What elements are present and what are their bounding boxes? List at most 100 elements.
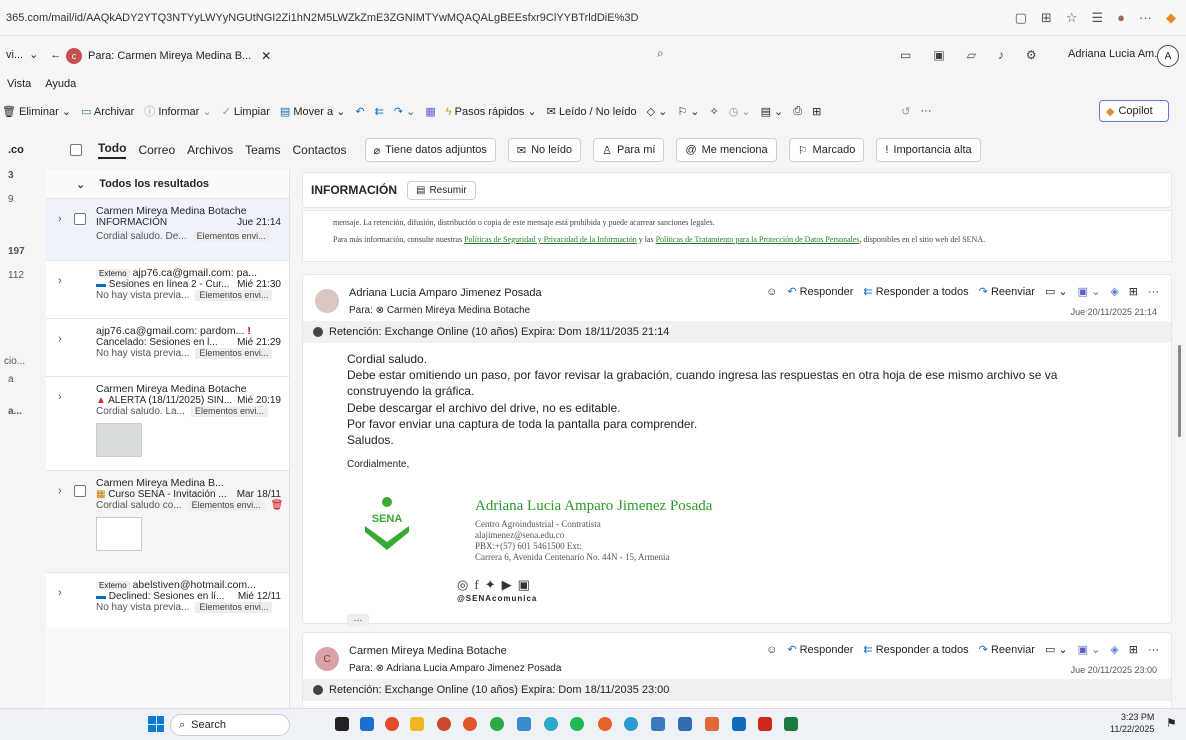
app-icon[interactable] (463, 717, 477, 731)
loop-icon[interactable]: ◈ (1110, 285, 1118, 298)
delete-button[interactable]: 🗑 Eliminar ⌄ (2, 105, 71, 118)
more-icon[interactable]: ··· (1139, 10, 1152, 25)
recipient[interactable]: Para: ⊗ Adriana Lucia Amparo Jimenez Pos… (349, 663, 561, 674)
tab-icon[interactable]: ▢ (1015, 10, 1027, 26)
chevron-right-icon[interactable]: › (58, 213, 62, 225)
windows-start-icon[interactable] (148, 716, 164, 732)
list-item[interactable]: › Carmen Mireya Medina Botache ▲ ALERTA … (46, 376, 289, 470)
app-icon[interactable]: ▣ ⌄ (1078, 643, 1101, 656)
list-item[interactable]: › Carmen Mireya Medina Botache INFORMACI… (46, 198, 289, 260)
app-icon[interactable] (705, 717, 719, 731)
profile-icon[interactable]: ● (1117, 10, 1125, 25)
print-icon[interactable]: ⎙ (793, 105, 802, 118)
account-avatar[interactable]: A (1157, 45, 1179, 67)
nav-count[interactable]: 3 (8, 170, 14, 181)
select-all-checkbox[interactable] (70, 144, 82, 156)
chip-important[interactable]: ! Importancia alta (876, 138, 981, 162)
star-icon[interactable]: ☆ (1066, 10, 1078, 26)
copilot-icon[interactable]: ◆ (1166, 10, 1176, 26)
search-icon[interactable]: ⌕ (657, 46, 664, 61)
sweep-button[interactable]: ✓ Limpiar (222, 105, 270, 118)
sender-avatar[interactable] (315, 289, 339, 313)
grid-icon[interactable]: ⊞ (1041, 10, 1052, 26)
nav-count[interactable]: 197 (8, 246, 25, 257)
scrollbar[interactable] (1178, 345, 1181, 437)
emoji-icon[interactable]: ☺ (766, 644, 777, 656)
chevron-right-icon[interactable]: › (58, 485, 62, 497)
emoji-icon[interactable]: ☺ (766, 286, 777, 298)
sender-name[interactable]: Carmen Mireya Medina Botache (349, 645, 507, 657)
loop-icon[interactable]: ◈ (1110, 643, 1118, 656)
move-button[interactable]: ▤ Mover a ⌄ (280, 105, 346, 118)
app-icon[interactable] (360, 717, 374, 731)
chip-flagged[interactable]: ⚐ Marcado (788, 138, 865, 162)
attachment-thumbnail[interactable] (96, 423, 142, 457)
undo-icon[interactable]: ↺ (901, 105, 910, 118)
menu-vista[interactable]: Vista (7, 78, 31, 90)
apps-icon[interactable]: ⊞ (1129, 643, 1138, 656)
pdf-icon[interactable] (758, 717, 772, 731)
apps-icon[interactable]: ⊞ (1129, 285, 1138, 298)
favorites-icon[interactable]: ☰ (1091, 10, 1103, 26)
account-name[interactable]: Adriana Lucia Am... (1068, 48, 1163, 60)
chip-attachments[interactable]: ⌀ Tiene datos adjuntos (364, 138, 496, 162)
item-checkbox[interactable] (74, 213, 86, 225)
teams-icon[interactable]: ▭ ⌄ (1045, 643, 1068, 656)
edge-icon[interactable] (624, 717, 638, 731)
gear-icon[interactable]: ⚙ (1026, 48, 1037, 62)
calculator-icon[interactable] (678, 717, 692, 731)
more-icon[interactable]: ··· (1148, 286, 1159, 298)
flag-icon[interactable]: ⚐ ⌄ (677, 105, 699, 118)
outlook-icon[interactable] (732, 717, 746, 731)
categorize-icon[interactable]: ▤ ⌄ (761, 105, 784, 118)
list-item[interactable]: › ajp76.ca@gmail.com: pardom... ! Cancel… (46, 318, 289, 376)
note-icon[interactable]: ▱ (967, 48, 976, 62)
app-icon[interactable]: ▣ ⌄ (1078, 285, 1101, 298)
spotify-icon[interactable] (570, 717, 584, 731)
chip-mentions[interactable]: @ Me menciona (676, 138, 777, 162)
edge-icon[interactable] (544, 717, 558, 731)
youtube-icon[interactable]: ▶ (502, 577, 518, 592)
address-bar[interactable]: 365.com/mail/id/AAQkADY2YTQ3NTYyLWYyNGUt… (0, 0, 1186, 36)
recipient[interactable]: Para: ⊗ Carmen Mireya Medina Botache (349, 305, 530, 316)
tab-correo[interactable]: Correo (138, 143, 175, 157)
sender-avatar[interactable]: C (315, 647, 339, 671)
attachment-thumbnail[interactable] (96, 517, 142, 551)
nav-folder[interactable]: a... (8, 406, 22, 417)
nav-count[interactable]: 9 (8, 194, 14, 205)
forward-button[interactable]: ↷ Reenviar (979, 643, 1035, 656)
url-text[interactable]: 365.com/mail/id/AAQkADY2YTQ3NTYyLWYyNGUt… (6, 12, 638, 24)
reply-button[interactable]: ↶ Responder (787, 285, 853, 298)
nav-count[interactable]: 112 (8, 270, 24, 281)
clock-icon[interactable]: ◷ ⌄ (729, 105, 751, 118)
reply-all-button[interactable]: ⇇ Responder a todos (863, 643, 968, 656)
taskbar-search[interactable]: ⌕ Search (170, 714, 290, 736)
tab-contactos[interactable]: Contactos (292, 143, 346, 157)
chevron-right-icon[interactable]: › (58, 333, 62, 345)
menu-ayuda[interactable]: Ayuda (45, 78, 76, 90)
teams-share-icon[interactable]: ▦ (425, 105, 435, 118)
reply-button[interactable]: ↶ Responder (787, 643, 853, 656)
taskview-icon[interactable] (335, 717, 349, 731)
delete-icon[interactable]: 🗑 (271, 500, 284, 511)
read-unread-button[interactable]: ✉ Leído / No leído (547, 105, 637, 118)
chevron-right-icon[interactable]: › (58, 275, 62, 287)
reply-icon[interactable]: ↶ (355, 105, 364, 118)
word-icon[interactable]: ▣ (933, 48, 944, 62)
archive-button[interactable]: ▭ Archivar (81, 105, 134, 118)
apps-icon[interactable]: ⊞ (812, 105, 821, 118)
ribbon-more-icon[interactable]: ··· (921, 105, 932, 117)
chrome-icon[interactable] (598, 717, 612, 731)
more-icon[interactable]: ··· (1148, 644, 1159, 656)
data-policy-link[interactable]: Políticas de Tratamiento para la Protecc… (656, 235, 860, 244)
bell-icon[interactable]: ♪ (998, 48, 1004, 62)
draft-tab[interactable]: c Para: Carmen Mireya Medina B... ✕ (66, 45, 271, 67)
forward-icon[interactable]: ↷ ⌄ (394, 105, 416, 118)
quick-steps-button[interactable]: ϟ Pasos rápidos ⌄ (446, 105, 537, 118)
taskbar-clock[interactable]: 3:23 PM 11/22/2025 (1110, 712, 1154, 735)
nav-folder[interactable]: cio... (4, 356, 25, 367)
list-item[interactable]: › Carmen Mireya Medina B... ▦ Curso SENA… (46, 470, 289, 572)
tab-teams[interactable]: Teams (245, 143, 280, 157)
twitter-icon[interactable]: ✦ (485, 577, 502, 592)
item-checkbox[interactable] (74, 485, 86, 497)
